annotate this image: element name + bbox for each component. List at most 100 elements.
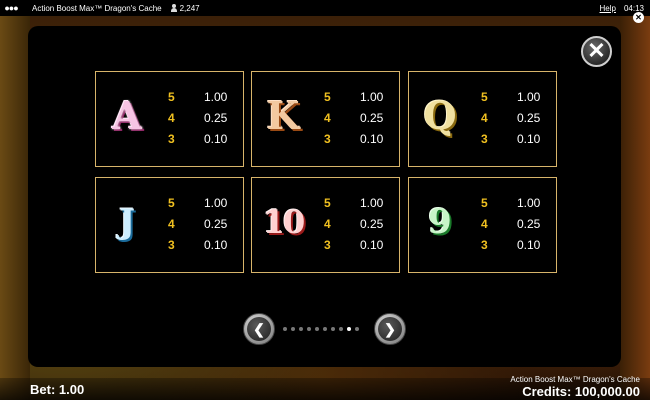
page-dot[interactable]: [355, 327, 359, 331]
payout-list: 5 1.00 4 0.25 3 0.10: [168, 192, 227, 255]
payout-row: 5 1.00: [168, 192, 227, 213]
match-count: 3: [481, 131, 488, 146]
payout-row: 3 0.10: [324, 128, 383, 149]
arrow-left-icon: ❮: [247, 317, 271, 341]
page-dot[interactable]: [291, 327, 295, 331]
payout-list: 5 1.00 4 0.25 3 0.10: [481, 192, 540, 255]
page-dot[interactable]: [315, 327, 319, 331]
payout-row: 3 0.10: [168, 234, 227, 255]
paytable-card-k: K 5 1.00 4 0.25 3 0.10: [251, 71, 400, 167]
payout-row: 5 1.00: [324, 86, 383, 107]
close-game-icon[interactable]: ✕: [633, 12, 644, 23]
payout-value: 0.25: [517, 216, 541, 231]
payout-value: 0.25: [360, 216, 384, 231]
match-count: 3: [168, 237, 175, 252]
reel-frame-right: [620, 16, 650, 400]
paytable-card-a: A 5 1.00 4 0.25 3 0.10: [95, 71, 244, 167]
match-count: 5: [168, 89, 175, 104]
payout-row: 3 0.10: [481, 234, 540, 255]
payout-row: 4 0.25: [168, 107, 227, 128]
match-count: 5: [324, 195, 331, 210]
symbol-a-icon: A: [112, 93, 142, 138]
paytable-card-j: J 5 1.00 4 0.25 3 0.10: [95, 177, 244, 273]
match-count: 5: [324, 89, 331, 104]
payout-row: 4 0.25: [324, 213, 383, 234]
reel-frame-left: [0, 16, 30, 400]
help-link[interactable]: Help: [600, 4, 616, 13]
match-count: 5: [481, 89, 488, 104]
match-count: 3: [168, 131, 175, 146]
payout-row: 5 1.00: [324, 192, 383, 213]
page-dot[interactable]: [339, 327, 343, 331]
symbol-q-icon: Q: [423, 93, 457, 138]
symbol-10-icon: 10: [262, 203, 306, 241]
payout-value: 1.00: [204, 89, 228, 104]
paytable-card-q: Q 5 1.00 4 0.25 3 0.10: [408, 71, 557, 167]
payout-value: 1.00: [204, 195, 228, 210]
payout-list: 5 1.00 4 0.25 3 0.10: [481, 86, 540, 149]
payout-value: 0.10: [517, 131, 541, 146]
payout-value: 1.00: [360, 195, 384, 210]
payout-value: 0.25: [517, 110, 541, 125]
payout-value: 0.10: [517, 237, 541, 252]
payout-row: 4 0.25: [481, 213, 540, 234]
payout-value: 0.10: [360, 131, 384, 146]
top-status-bar: ●●● Action Boost Max™ Dragon's Cache 2,2…: [0, 0, 650, 16]
payout-value: 0.10: [204, 131, 228, 146]
symbol-k-icon: K: [266, 93, 300, 138]
close-icon[interactable]: ✕: [581, 36, 612, 67]
page-dot[interactable]: [307, 327, 311, 331]
match-count: 5: [481, 195, 488, 210]
page-dot[interactable]: [299, 327, 303, 331]
game-brand: Action Boost Max™ Dragon's Cache: [510, 375, 640, 384]
match-count: 3: [324, 131, 331, 146]
page-dot[interactable]: [347, 327, 351, 331]
payout-value: 0.25: [360, 110, 384, 125]
payout-value: 1.00: [517, 195, 541, 210]
page-dot[interactable]: [331, 327, 335, 331]
payout-row: 4 0.25: [324, 107, 383, 128]
match-count: 4: [481, 216, 488, 231]
symbol-9-icon: 9: [428, 202, 452, 242]
next-page-button[interactable]: ❯: [374, 313, 406, 345]
match-count: 4: [168, 110, 175, 125]
payout-list: 5 1.00 4 0.25 3 0.10: [324, 192, 383, 255]
match-count: 4: [168, 216, 175, 231]
paytable-card-9: 9 5 1.00 4 0.25 3 0.10: [408, 177, 557, 273]
payout-row: 4 0.25: [168, 213, 227, 234]
payout-list: 5 1.00 4 0.25 3 0.10: [324, 86, 383, 149]
page-dot[interactable]: [323, 327, 327, 331]
menu-dots-icon[interactable]: ●●●: [0, 0, 22, 16]
player-count-value: 2,247: [179, 3, 200, 13]
payout-row: 3 0.10: [481, 128, 540, 149]
payout-row: 3 0.10: [324, 234, 383, 255]
arrow-right-icon: ❯: [378, 317, 402, 341]
payout-row: 5 1.00: [481, 192, 540, 213]
match-count: 4: [324, 110, 331, 125]
payout-row: 3 0.10: [168, 128, 227, 149]
game-title: Action Boost Max™ Dragon's Cache: [32, 3, 162, 13]
payout-value: 1.00: [360, 89, 384, 104]
payout-row: 4 0.25: [481, 107, 540, 128]
match-count: 5: [168, 195, 175, 210]
page-dot[interactable]: [283, 327, 287, 331]
payout-value: 0.25: [204, 110, 228, 125]
payout-row: 5 1.00: [481, 86, 540, 107]
match-count: 3: [324, 237, 331, 252]
payout-value: 0.10: [204, 237, 228, 252]
clock: 04:13: [623, 3, 644, 13]
user-icon: [170, 4, 178, 12]
payout-value: 0.10: [360, 237, 384, 252]
credits-balance: Credits: 100,000.00: [522, 384, 640, 399]
match-count: 4: [324, 216, 331, 231]
payout-value: 0.25: [204, 216, 228, 231]
previous-page-button[interactable]: ❮: [243, 313, 275, 345]
player-count: 2,247: [170, 4, 200, 13]
match-count: 3: [481, 237, 488, 252]
symbol-j-icon: J: [118, 202, 136, 242]
payout-row: 5 1.00: [168, 86, 227, 107]
payout-value: 1.00: [517, 89, 541, 104]
page-indicator: [283, 327, 359, 331]
bet-amount: Bet: 1.00: [30, 382, 85, 397]
match-count: 4: [481, 110, 488, 125]
